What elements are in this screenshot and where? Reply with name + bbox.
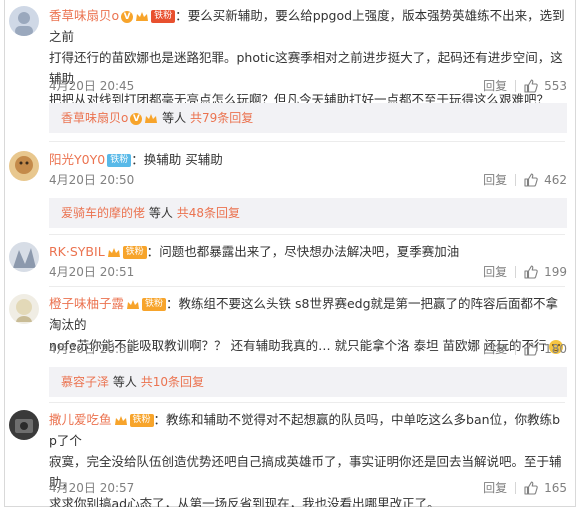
- like-count: 165: [544, 480, 567, 495]
- sub-reply-username[interactable]: 香草味扇贝o: [61, 111, 128, 125]
- like-button[interactable]: 165: [524, 481, 567, 495]
- comment-meta: 4月20日 20:52 回复 180: [49, 340, 567, 358]
- comment-time: 4月20日 20:45: [49, 79, 135, 93]
- crown-icon: [107, 247, 120, 257]
- sub-reply-people: 等人: [148, 206, 173, 220]
- more-replies-link[interactable]: 共48条回复: [177, 206, 240, 220]
- divider: [515, 265, 517, 278]
- comment-time: 4月20日 20:51: [49, 265, 135, 279]
- comment-username[interactable]: 香草味扇贝o: [49, 8, 119, 23]
- fan-badge-icon: 铁粉: [129, 414, 154, 427]
- colon: ：: [146, 244, 160, 259]
- like-count: 553: [544, 78, 567, 93]
- like-button[interactable]: 199: [524, 265, 567, 279]
- divider: [515, 173, 517, 186]
- verified-icon: V: [130, 112, 143, 125]
- reply-button[interactable]: 回复: [483, 340, 507, 357]
- avatar-image: [9, 6, 39, 36]
- comment-body: 阳光Y0Y0 铁粉 ：换辅助 买辅助: [49, 149, 567, 170]
- avatar-image: [9, 294, 39, 324]
- comment-meta: 4月20日 20:57 回复 165: [49, 479, 567, 497]
- like-count: 199: [544, 264, 567, 279]
- comment-actions: 回复 199: [483, 263, 567, 280]
- sub-reply-people: 等人: [112, 375, 137, 389]
- comment-username[interactable]: 阳光Y0Y0: [49, 152, 105, 167]
- divider: [49, 234, 565, 235]
- avatar[interactable]: [9, 242, 39, 272]
- divider: [515, 481, 517, 494]
- avatar[interactable]: [9, 294, 39, 324]
- comment-meta: 4月20日 20:45 回复 553: [49, 77, 567, 95]
- comment-username[interactable]: 撒儿爱吃鱼: [49, 412, 112, 427]
- colon: ：: [153, 412, 167, 427]
- more-replies-link[interactable]: 共10条回复: [141, 375, 204, 389]
- like-button[interactable]: 462: [524, 173, 567, 187]
- avatar-image: [9, 151, 39, 181]
- avatar-image: [9, 410, 39, 440]
- comment-list: 香草味扇贝o V 铁粉 ：要么买新辅助，要么给ppgod上强度，版本强势英雄练不出来，…: [4, 0, 576, 507]
- fan-badge-icon: 铁粉: [142, 298, 167, 311]
- comment-time: 4月20日 20:52: [49, 342, 135, 356]
- colon: ：: [166, 296, 179, 311]
- avatar[interactable]: [9, 6, 39, 36]
- comment-actions: 回复 553: [483, 77, 567, 94]
- avatar[interactable]: [9, 151, 39, 181]
- like-button[interactable]: 553: [524, 79, 567, 93]
- sub-reply-username[interactable]: 爱骑车的摩的佬: [61, 206, 145, 220]
- verified-icon: V: [121, 10, 134, 23]
- crown-icon: [127, 299, 140, 309]
- sub-reply-box: 爱骑车的摩的佬 等人 共48条回复: [49, 198, 567, 228]
- thumbs-up-icon: [524, 172, 538, 187]
- divider: [49, 141, 565, 142]
- thumbs-up-icon: [524, 78, 538, 93]
- divider: [49, 286, 565, 287]
- divider: [49, 402, 565, 403]
- sub-reply-username[interactable]: 慕容子泽: [61, 375, 109, 389]
- avatar-image: [9, 242, 39, 272]
- crown-icon: [114, 415, 127, 425]
- comment-actions: 回复 180: [483, 340, 567, 357]
- reply-button[interactable]: 回复: [483, 77, 507, 94]
- sub-reply-box: 慕容子泽 等人 共10条回复: [49, 367, 567, 397]
- comment-text-line1: 换辅助 买辅助: [143, 152, 223, 167]
- reply-button[interactable]: 回复: [483, 479, 507, 496]
- sub-reply-box: 香草味扇贝o V 等人 共79条回复: [49, 103, 567, 133]
- more-replies-link[interactable]: 共79条回复: [190, 111, 253, 125]
- avatar[interactable]: [9, 410, 39, 440]
- crown-icon: [136, 11, 149, 21]
- comment-username[interactable]: RK·SYBIL: [49, 244, 105, 259]
- sub-reply-people: 等人: [162, 111, 187, 125]
- comment-time: 4月20日 20:57: [49, 481, 135, 495]
- comment-time: 4月20日 20:50: [49, 173, 135, 187]
- reply-button[interactable]: 回复: [483, 171, 507, 188]
- thumbs-up-icon: [524, 341, 538, 356]
- colon: ：: [131, 152, 144, 167]
- fan-badge-icon: 铁粉: [107, 154, 132, 167]
- comment-body: RK·SYBIL 铁粉 ：问题也都暴露出来了，尽快想办法解决吧，夏季赛加油: [49, 241, 567, 262]
- comment-text-line3: 求求你别搞ad心态了，从第一场反省到现在，我也没看出哪里改正了。: [49, 496, 440, 507]
- fan-badge-icon: 铁粉: [151, 10, 176, 23]
- like-count: 462: [544, 172, 567, 187]
- comment-actions: 回复 462: [483, 171, 567, 188]
- fan-badge-icon: 铁粉: [122, 246, 147, 259]
- comment-meta: 4月20日 20:51 回复 199: [49, 263, 567, 281]
- crown-icon: [145, 113, 158, 123]
- reply-button[interactable]: 回复: [483, 263, 507, 280]
- divider: [515, 342, 517, 355]
- divider: [515, 79, 517, 92]
- comment-actions: 回复 165: [483, 479, 567, 496]
- comment-meta: 4月20日 20:50 回复 462: [49, 171, 567, 189]
- colon: ：: [175, 8, 188, 23]
- like-button[interactable]: 180: [524, 342, 567, 356]
- thumbs-up-icon: [524, 480, 538, 495]
- comment-text-line1: 问题也都暴露出来了，尽快想办法解决吧，夏季赛加油: [159, 244, 460, 259]
- thumbs-up-icon: [524, 264, 538, 279]
- like-count: 180: [544, 341, 567, 356]
- comment-username[interactable]: 橙子味柚子露: [49, 296, 124, 311]
